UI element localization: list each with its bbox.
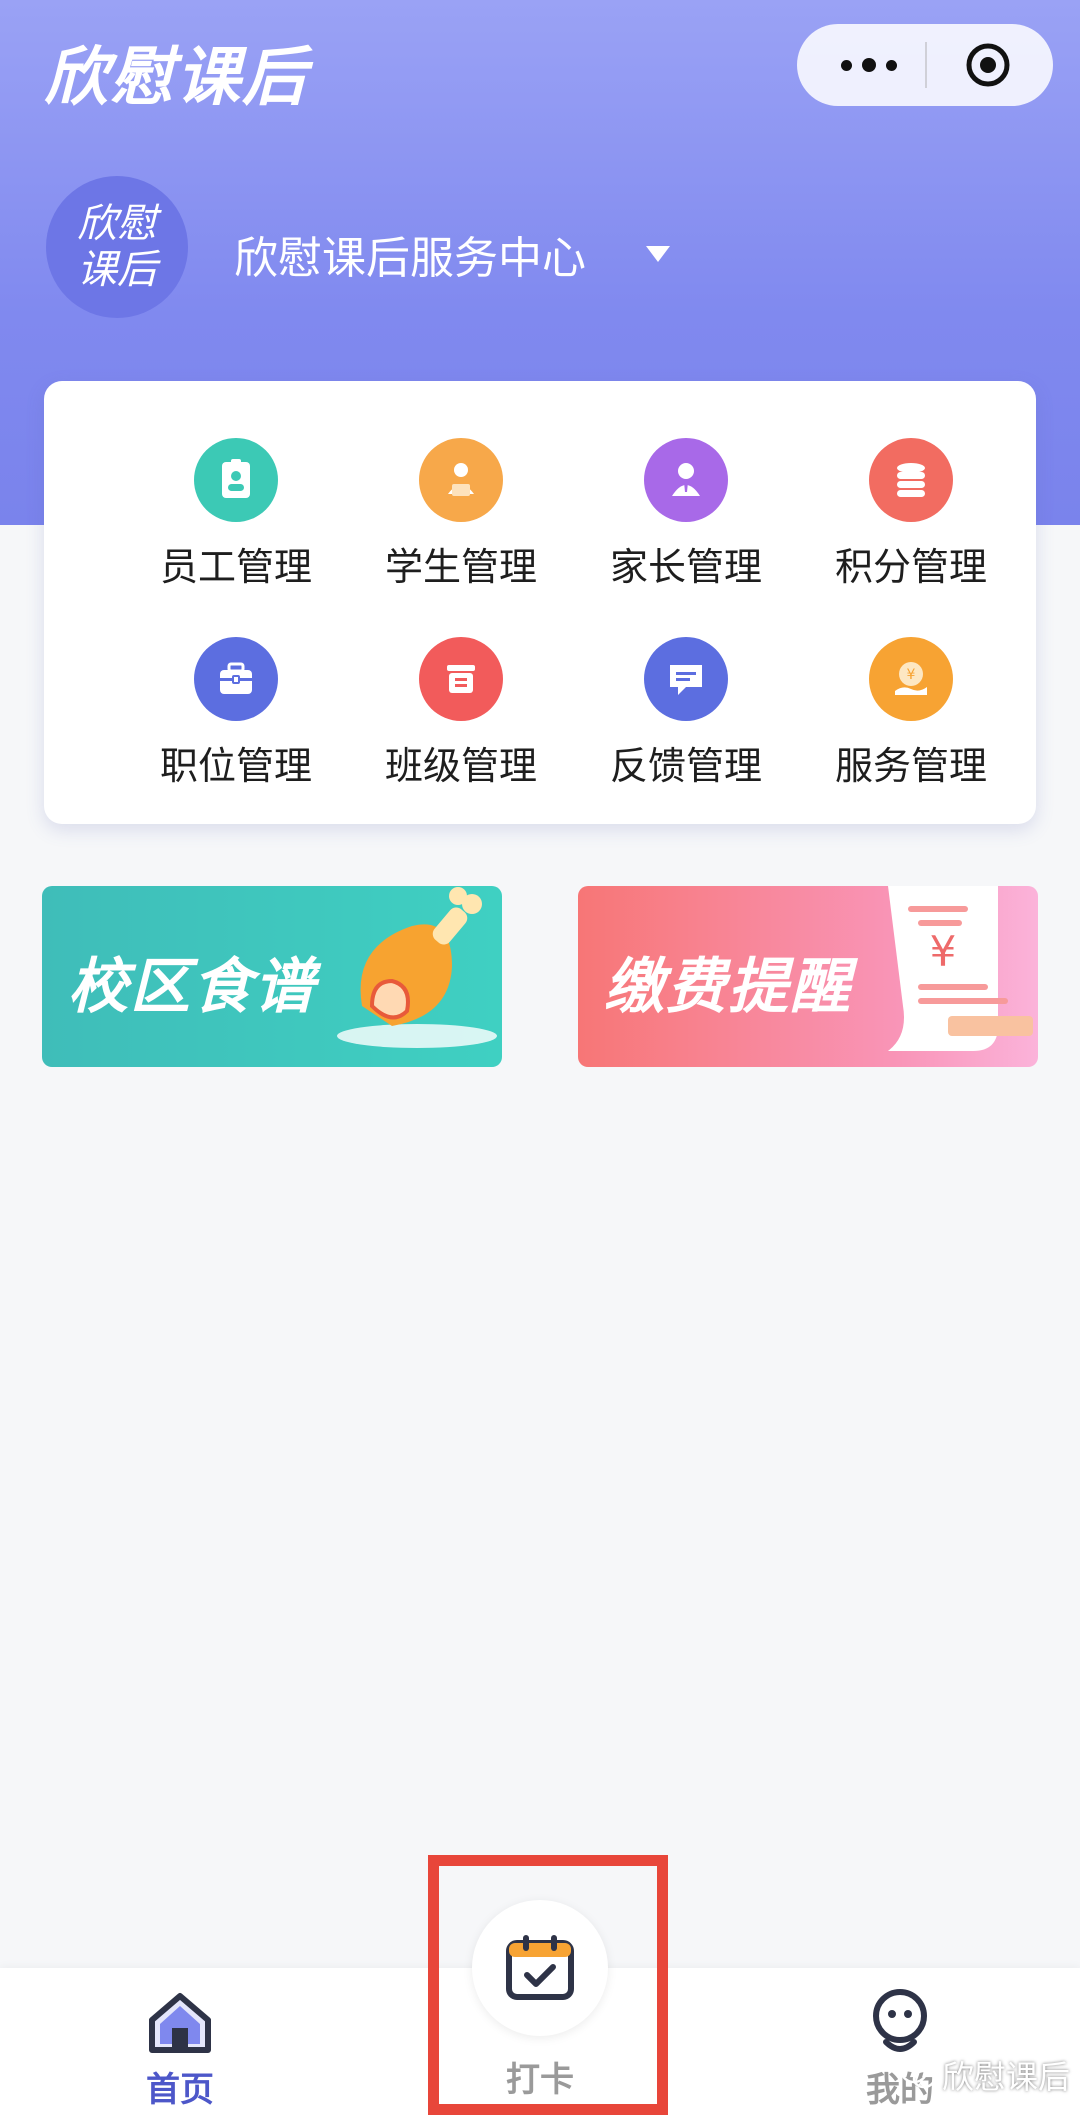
drumstick-icon xyxy=(337,887,497,1048)
menu-item-label: 积分管理 xyxy=(834,545,987,589)
menu-item-label: 学生管理 xyxy=(384,545,537,589)
menu-item-label: 服务管理 xyxy=(834,744,987,788)
logo-text-line1: 欣慰 xyxy=(77,201,157,247)
class-box-icon xyxy=(419,637,503,721)
student-icon xyxy=(419,438,503,522)
app-title: 欣慰课后 xyxy=(44,41,308,115)
tab-home[interactable]: 首页 xyxy=(120,1968,240,2111)
banner-payment-reminder[interactable]: 缴费提醒 ¥ xyxy=(578,886,1038,1067)
banner-label: 校区食谱 xyxy=(68,952,316,1022)
wechat-icon xyxy=(900,2060,936,2089)
more-dots-icon[interactable] xyxy=(825,24,913,106)
menu-item-label: 反馈管理 xyxy=(609,744,762,788)
user-face-icon xyxy=(873,1989,927,2052)
menu-item-service[interactable]: ¥ 服务管理 xyxy=(801,637,1021,807)
banner-label: 缴费提醒 xyxy=(604,952,852,1022)
menu-item-student[interactable]: 学生管理 xyxy=(351,438,571,608)
menu-grid-card: 员工管理 学生管理 家长管理 积分管理 职位管理 班级管理 反馈管理 ¥ 服务管… xyxy=(44,381,1036,824)
banner-campus-recipes[interactable]: 校区食谱 xyxy=(42,886,502,1067)
id-badge-icon xyxy=(194,438,278,522)
logo-text-line2: 课后 xyxy=(77,247,157,293)
watermark-label: 欣慰课后 xyxy=(942,2058,1071,2096)
menu-item-parent[interactable]: 家长管理 xyxy=(576,438,796,608)
parent-person-icon xyxy=(644,438,728,522)
menu-item-label: 职位管理 xyxy=(159,744,312,788)
briefcase-icon xyxy=(194,637,278,721)
menu-item-label: 班级管理 xyxy=(384,744,537,788)
feedback-bubble-icon xyxy=(644,637,728,721)
home-icon xyxy=(149,1993,211,2053)
service-center-name[interactable]: 欣慰课后服务中心 xyxy=(234,222,586,286)
mini-program-capsule xyxy=(797,24,1053,106)
target-circle-icon[interactable] xyxy=(965,42,1011,88)
watermark: 欣慰课后 xyxy=(900,2052,1070,2098)
menu-item-feedback[interactable]: 反馈管理 xyxy=(576,637,796,807)
dropdown-arrow-icon[interactable] xyxy=(646,246,670,262)
service-coin-icon: ¥ xyxy=(869,637,953,721)
menu-item-points[interactable]: 积分管理 xyxy=(801,438,1021,608)
menu-item-label: 员工管理 xyxy=(159,545,312,589)
menu-item-label: 家长管理 xyxy=(609,545,762,589)
menu-item-position[interactable]: 职位管理 xyxy=(126,637,346,807)
annotation-highlight-box xyxy=(428,1855,668,2115)
svg-text:¥: ¥ xyxy=(907,667,916,683)
menu-item-class[interactable]: 班级管理 xyxy=(351,637,571,807)
menu-item-staff[interactable]: 员工管理 xyxy=(126,438,346,608)
yuan-symbol: ¥ xyxy=(930,927,957,976)
org-logo: 欣慰 课后 xyxy=(46,176,188,318)
receipt-yuan-icon: ¥ xyxy=(888,886,1033,1051)
capsule-divider xyxy=(925,42,927,88)
tab-label: 首页 xyxy=(146,2070,214,2110)
coins-stack-icon xyxy=(869,438,953,522)
